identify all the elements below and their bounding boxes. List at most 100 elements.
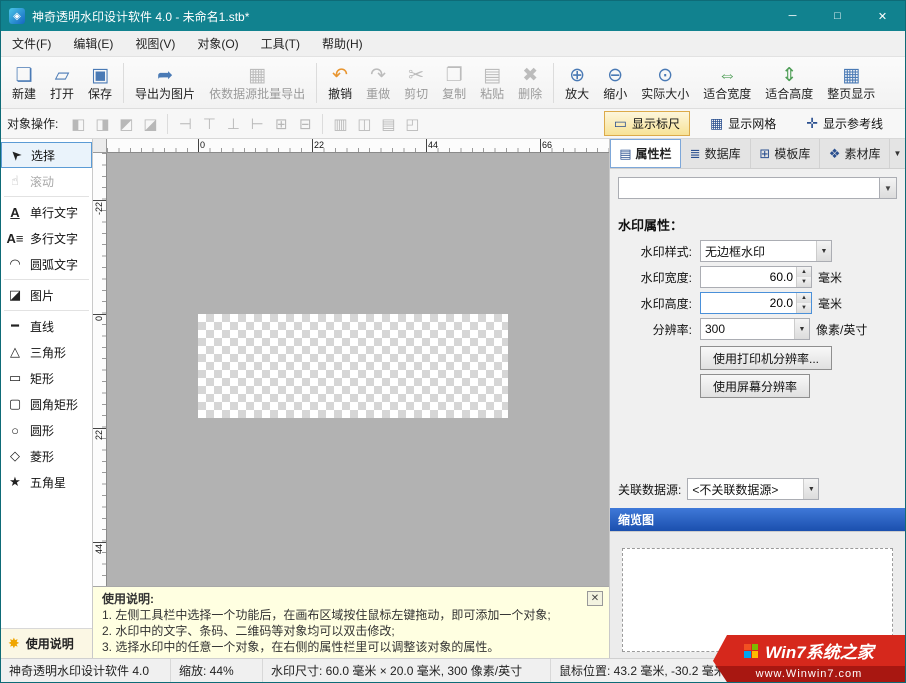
- ruler-tick: [93, 314, 106, 315]
- site-watermark-badge: Win7系统之家 www.Winwin7.com: [713, 635, 905, 682]
- templates-label: 模板库: [774, 145, 810, 162]
- fit-height-label: 适合高度: [765, 87, 813, 101]
- width-spin-down-icon[interactable]: ▼: [797, 277, 811, 287]
- menu-item-object[interactable]: 对象(O): [186, 31, 249, 56]
- tool-rectangle[interactable]: ▭矩形: [1, 365, 92, 391]
- fit-width-button[interactable]: ⇔适合宽度: [696, 59, 758, 106]
- database-label: 数据库: [705, 145, 741, 162]
- zoom-out-icon: ⊖: [607, 64, 623, 87]
- minimize-button[interactable]: ─: [770, 1, 815, 31]
- ruler-label: 22: [94, 430, 104, 440]
- chevron-down-icon: ▼: [794, 319, 809, 339]
- actual-size-button[interactable]: ⊙实际大小: [634, 59, 696, 106]
- tool-single-line-text[interactable]: A单行文字: [1, 199, 92, 225]
- tool-diamond[interactable]: ◇菱形: [1, 443, 92, 469]
- ruler-label: 66: [542, 139, 552, 152]
- tool-triangle[interactable]: △三角形: [1, 339, 92, 365]
- full-page-button[interactable]: ▦整页显示: [820, 59, 882, 106]
- tool-image[interactable]: ◪图片: [1, 282, 92, 308]
- ruler-row: 0224466: [93, 139, 609, 153]
- tool-star[interactable]: ★五角星: [1, 469, 92, 495]
- menu-item-view[interactable]: 视图(V): [124, 31, 186, 56]
- ruler-corner: [93, 139, 107, 153]
- close-button[interactable]: ✕: [860, 1, 905, 31]
- height-spin-down-icon[interactable]: ▼: [797, 303, 811, 313]
- resolution-row: 分辨率: 300 ▼ 像素/英寸: [618, 316, 897, 342]
- watermark-height-row: 水印高度: ▲ ▼ 毫米: [618, 290, 897, 316]
- help-close-button[interactable]: ✕: [587, 591, 603, 606]
- object-selector[interactable]: [618, 177, 880, 199]
- watermark-properties-title: 水印属性：: [618, 215, 897, 234]
- menu-item-tools[interactable]: 工具(T): [250, 31, 311, 56]
- show-ruler-toggle[interactable]: ▭显示标尺: [604, 111, 690, 136]
- delete-label: 删除: [518, 87, 542, 101]
- tool-select[interactable]: ➤选择: [1, 142, 92, 168]
- windows-flag-icon: [744, 644, 758, 658]
- main-toolbar: ❏新建▱打开▣保存➦导出为图片▦依数据源批量导出↶撤销↷重做✂剪切❐复制▤粘贴✖…: [1, 57, 905, 109]
- resolution-select[interactable]: 300 ▼: [700, 318, 810, 340]
- help-line: 1. 左侧工具栏中选择一个功能后，在画布区域按住鼠标左键拖动，即可添加一个对象;: [102, 607, 600, 623]
- status-zoom: 缩放: 44%: [171, 659, 263, 682]
- maximize-button[interactable]: □: [815, 1, 860, 31]
- view-toggles: ▭显示标尺 ▦显示网格 ✛显示参考线: [604, 111, 899, 136]
- resolution-unit: 像素/英寸: [816, 321, 867, 338]
- show-guides-toggle[interactable]: ✛显示参考线: [796, 111, 893, 136]
- zoom-in-button[interactable]: ⊕放大: [558, 59, 596, 106]
- use-screen-resolution-button[interactable]: 使用屏幕分辨率: [700, 374, 810, 398]
- export-image-icon: ➦: [157, 64, 173, 87]
- fit-height-button[interactable]: ⇕适合高度: [758, 59, 820, 106]
- object-op-icon: ⊟: [293, 113, 317, 135]
- object-op-icon: ⊥: [221, 113, 245, 135]
- tab-properties[interactable]: ▤属性栏: [610, 139, 681, 168]
- tool-multi-line-text[interactable]: A≡多行文字: [1, 225, 92, 251]
- materials-icon: ❖: [829, 146, 841, 162]
- watermark-height-input[interactable]: [701, 293, 796, 313]
- full-page-label: 整页显示: [827, 87, 875, 101]
- watermark-width-input[interactable]: [701, 267, 796, 287]
- undo-button[interactable]: ↶撤销: [321, 59, 359, 106]
- new-button[interactable]: ❏新建: [5, 59, 43, 106]
- ruler-tick: [93, 200, 106, 201]
- tool-circle[interactable]: ○圆形: [1, 417, 92, 443]
- menu-item-file[interactable]: 文件(F): [1, 31, 62, 56]
- diamond-label: 菱形: [30, 448, 54, 465]
- zoom-out-button[interactable]: ⊖缩小: [596, 59, 634, 106]
- status-size: 水印尺寸: 60.0 毫米 × 20.0 毫米, 300 像素/英寸: [263, 659, 551, 682]
- menu-item-help[interactable]: 帮助(H): [311, 31, 374, 56]
- export-image-button[interactable]: ➦导出为图片: [128, 59, 202, 106]
- tab-database[interactable]: ≣数据库: [681, 139, 751, 168]
- line-icon: ━: [6, 318, 24, 334]
- height-spin-up-icon[interactable]: ▲: [797, 293, 811, 303]
- watermark-object[interactable]: [198, 314, 508, 418]
- watermark-width-stepper: ▲ ▼: [700, 266, 812, 288]
- open-button[interactable]: ▱打开: [43, 59, 81, 106]
- content: ➤选择☝滚动 A单行文字A≡多行文字◠圆弧文字 ◪图片 ━ 直线 △三角形▭矩形▢圆角矩形…: [1, 139, 905, 658]
- datasource-select[interactable]: <不关联数据源> ▼: [687, 478, 819, 500]
- use-printer-resolution-button[interactable]: 使用打印机分辨率...: [700, 346, 832, 370]
- line-label: 直线: [30, 318, 54, 335]
- tab-materials[interactable]: ❖素材库: [820, 139, 890, 168]
- help-line: 2. 水印中的文字、条码、二维码等对象均可以双击修改;: [102, 623, 600, 639]
- tool-line[interactable]: ━ 直线: [1, 313, 92, 339]
- canvas-area[interactable]: [107, 153, 609, 586]
- resolution-value: 300: [701, 322, 794, 336]
- object-selector-dropdown-arrow-icon[interactable]: ▼: [880, 177, 897, 199]
- tab-templates[interactable]: ⊞模板库: [751, 139, 821, 168]
- watermark-style-select[interactable]: 无边框水印 ▼: [700, 240, 832, 262]
- tool-rounded-rectangle[interactable]: ▢圆角矩形: [1, 391, 92, 417]
- save-button[interactable]: ▣保存: [81, 59, 119, 106]
- show-grid-toggle[interactable]: ▦显示网格: [700, 111, 786, 136]
- tool-arc-text[interactable]: ◠圆弧文字: [1, 251, 92, 277]
- fit-width-icon: ⇔: [718, 64, 737, 87]
- menu-item-edit[interactable]: 编辑(E): [62, 31, 124, 56]
- tool-scroll: ☝滚动: [1, 168, 92, 194]
- usage-help-button[interactable]: ✸ 使用说明: [1, 628, 92, 658]
- rounded-rectangle-icon: ▢: [6, 396, 24, 412]
- paste-button: ▤粘贴: [473, 59, 511, 106]
- triangle-icon: △: [6, 344, 24, 360]
- canvas-wrapper: 0224466 -2202244 使用说明: 1. 左侧工具栏中选择一个功能后，…: [93, 139, 609, 658]
- ruler-tick: [426, 139, 427, 152]
- tabs-overflow-button[interactable]: ▼: [890, 139, 905, 168]
- width-spin-up-icon[interactable]: ▲: [797, 267, 811, 277]
- site-name: Win7系统之家: [765, 638, 873, 663]
